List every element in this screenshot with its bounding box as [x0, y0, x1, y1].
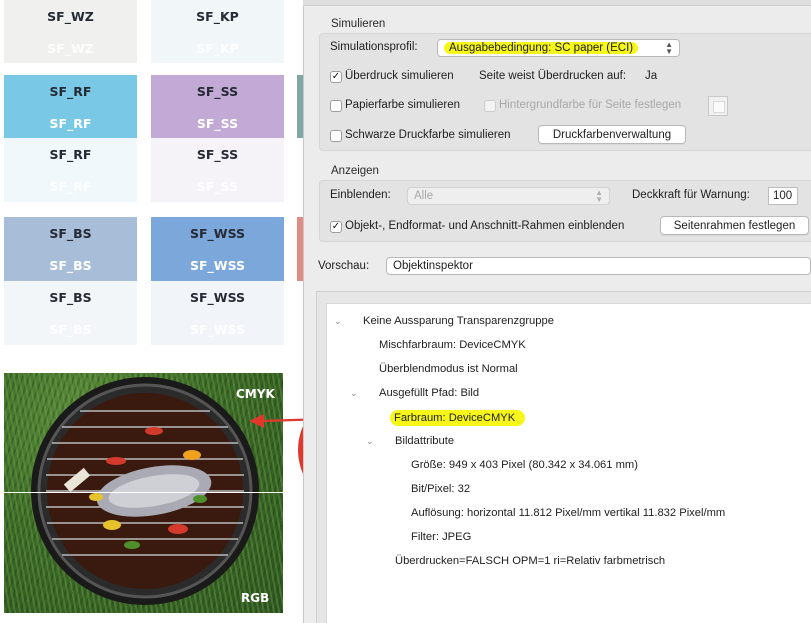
swatch-sf-bs-1: SF_BS	[4, 217, 137, 250]
black-ink-checkbox[interactable]	[330, 130, 342, 142]
swatch-sf-wz-top: SF_WZ	[4, 0, 137, 33]
page-overprint-value: Ja	[645, 70, 658, 82]
swatch-sf-wss-3: SF_WSS	[151, 281, 284, 314]
show-label: Einblenden:	[330, 189, 391, 201]
rgb-label: RGB	[241, 591, 270, 605]
swatch-sf-wss-2: SF_WSS	[151, 250, 284, 281]
tree-item-blend-colorspace[interactable]: Mischfarbraum: DeviceCMYK	[379, 339, 526, 351]
warning-opacity-input[interactable]: 100	[768, 187, 798, 205]
simulate-section-title: Simulieren	[331, 18, 386, 30]
cmyk-label: CMYK	[236, 387, 275, 401]
screenshot-root: SF_WZ SF_WZ SF_KP SF_KP SF_RF SF_RF SF_R…	[0, 0, 811, 623]
cmyk-rgb-divider	[4, 492, 283, 493]
paper-color-label: Papierfarbe simulieren	[345, 99, 461, 111]
tree-item-transparency-group[interactable]: Keine Aussparung Transparenzgruppe	[363, 315, 554, 327]
simulation-profile-value: Ausgabebedingung: SC paper (ECI)	[444, 42, 639, 54]
disclosure-down-icon[interactable]: ⌄	[350, 388, 358, 399]
tree-item-blend-mode[interactable]: Überblendmodus ist Normal	[379, 363, 518, 375]
swatch-sf-ss-3: SF_SS	[151, 138, 284, 171]
swatch-sf-wss-1: SF_WSS	[151, 217, 284, 250]
barbecue-photo: CMYK RGB	[4, 373, 283, 613]
swatch-sf-kp-bottom: SF_KP	[151, 33, 284, 63]
ink-manager-button[interactable]: Druckfarbenverwaltung	[538, 125, 686, 144]
swatch-sf-rf-4: SF_RF	[4, 171, 137, 202]
swatch-sf-ss-2: SF_SS	[151, 108, 284, 138]
tree-item-bits-per-pixel[interactable]: Bit/Pixel: 32	[411, 483, 470, 495]
swatch-sf-wz-bottom: SF_WZ	[4, 33, 137, 63]
show-select[interactable]: Alle ▲ ▼	[407, 187, 610, 205]
preview-label: Vorschau:	[318, 260, 370, 272]
overprint-checkbox[interactable]: ✓	[330, 71, 342, 83]
bg-color-swatch[interactable]	[708, 96, 728, 116]
simulation-profile-select[interactable]: Ausgabebedingung: SC paper (ECI) ▲ ▼	[437, 39, 680, 57]
colorspace-highlight: Farbraum: DeviceCMYK	[390, 410, 526, 426]
tree-item-size[interactable]: Größe: 949 x 403 Pixel (80.342 x 34.061 …	[411, 459, 638, 471]
page-frames-button[interactable]: Seitenrahmen festlegen	[660, 216, 809, 235]
swatch-sf-ss-4: SF_SS	[151, 171, 284, 202]
tree-item-filled-path[interactable]: Ausgefüllt Pfad: Bild	[379, 387, 479, 399]
paper-color-checkbox[interactable]	[330, 100, 342, 112]
swatch-sf-bs-3: SF_BS	[4, 281, 137, 314]
frames-label: Objekt-, Endformat- und Anschnitt-Rahmen…	[345, 220, 625, 232]
swatch-sf-rf-3: SF_RF	[4, 138, 137, 171]
select-updown-icon: ▲ ▼	[665, 40, 673, 56]
bg-color-label: Hintergrundfarbe für Seite festlegen	[499, 99, 682, 111]
swatch-sf-rf-1: SF_RF	[4, 75, 137, 108]
tree-item-image-attributes[interactable]: Bildattribute	[395, 435, 454, 447]
display-section-title: Anzeigen	[331, 165, 379, 177]
warning-opacity-label: Deckkraft für Warnung:	[632, 189, 750, 201]
select-updown-icon: ▲ ▼	[595, 188, 603, 204]
tree-item-overprint-info[interactable]: Überdrucken=FALSCH OPM=1 ri=Relativ farb…	[395, 555, 665, 567]
swatch-sf-kp-top: SF_KP	[151, 0, 284, 33]
disclosure-down-icon[interactable]: ⌄	[366, 436, 374, 447]
show-select-value: Alle	[414, 190, 434, 202]
disclosure-down-icon[interactable]: ⌄	[334, 316, 342, 327]
preview-select-value: Objektinspektor	[393, 260, 473, 272]
grill-illustration	[31, 377, 259, 605]
tree-item-colorspace[interactable]: Farbraum: DeviceCMYK	[390, 408, 526, 428]
page-overprint-label: Seite weist Überdrucken auf:	[479, 70, 627, 82]
swatch-sf-rf-2: SF_RF	[4, 108, 137, 138]
tree-item-filter[interactable]: Filter: JPEG	[411, 531, 471, 543]
overprint-label: Überdruck simulieren	[345, 70, 454, 82]
simulation-profile-label: Simulationsprofil:	[330, 41, 418, 53]
bg-color-checkbox[interactable]	[484, 100, 496, 112]
frames-checkbox[interactable]: ✓	[330, 221, 342, 233]
swatch-sf-bs-4: SF_BS	[4, 314, 137, 345]
tree-item-resolution[interactable]: Auflösung: horizontal 11.812 Pixel/mm ve…	[411, 507, 725, 519]
black-ink-label: Schwarze Druckfarbe simulieren	[345, 129, 511, 141]
preview-select[interactable]: Objektinspektor	[386, 257, 811, 275]
swatch-sf-bs-2: SF_BS	[4, 250, 137, 281]
dialog-title-strip	[303, 0, 811, 6]
swatch-sf-wss-4: SF_WSS	[151, 314, 284, 345]
swatch-sf-ss-1: SF_SS	[151, 75, 284, 108]
